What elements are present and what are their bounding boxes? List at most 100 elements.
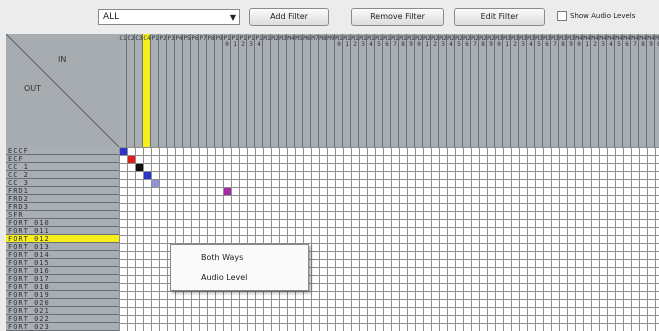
row-header[interactable]: FORT_017 — [6, 275, 119, 283]
column-header[interactable]: M28 — [479, 34, 487, 147]
column-header[interactable]: M27 — [471, 34, 479, 147]
column-header[interactable]: M7 — [311, 34, 319, 147]
row-header[interactable]: FRD2 — [6, 195, 119, 203]
column-header[interactable]: M38 — [559, 34, 567, 147]
column-header[interactable]: P4 — [175, 34, 183, 147]
row-header[interactable]: FORT_014 — [6, 251, 119, 259]
column-header[interactable]: M31 — [503, 34, 511, 147]
column-header[interactable]: M42 — [591, 34, 599, 147]
row-header[interactable]: FORT_018 — [6, 283, 119, 291]
row-header[interactable]: CC 3 — [6, 179, 119, 187]
row-header[interactable]: FORT_019 — [6, 291, 119, 299]
column-header[interactable]: P14 — [255, 34, 263, 147]
row-header[interactable]: FRD1 — [6, 187, 119, 195]
column-header[interactable]: M43 — [599, 34, 607, 147]
column-header[interactable]: M37 — [551, 34, 559, 147]
column-header[interactable]: P7 — [199, 34, 207, 147]
column-header[interactable]: M11 — [343, 34, 351, 147]
crosspoint-route[interactable] — [136, 164, 143, 171]
column-header[interactable]: M5 — [295, 34, 303, 147]
column-header[interactable]: P8 — [207, 34, 215, 147]
menu-item-audio-level[interactable]: Audio Level — [201, 273, 247, 282]
column-header[interactable]: M25 — [455, 34, 463, 147]
column-header[interactable]: P2 — [159, 34, 167, 147]
column-header[interactable]: M40 — [575, 34, 583, 147]
column-header[interactable]: M17 — [391, 34, 399, 147]
column-header[interactable]: C4 — [143, 34, 151, 147]
crosspoint-route[interactable] — [144, 172, 151, 179]
column-header[interactable]: M18 — [399, 34, 407, 147]
column-header[interactable]: M30 — [495, 34, 503, 147]
row-header[interactable]: FORT_021 — [6, 307, 119, 315]
add-filter-button[interactable]: Add Filter — [249, 8, 329, 26]
remove-filter-button[interactable]: Remove Filter — [351, 8, 444, 26]
column-header[interactable]: M6 — [303, 34, 311, 147]
column-header[interactable]: P11 — [231, 34, 239, 147]
column-header[interactable]: M44 — [607, 34, 615, 147]
column-header[interactable]: M10 — [335, 34, 343, 147]
menu-item-both-ways[interactable]: Both Ways — [201, 253, 243, 262]
column-header[interactable]: P5 — [183, 34, 191, 147]
column-header[interactable]: C1 — [119, 34, 127, 147]
crosspoint-route[interactable] — [128, 156, 135, 163]
column-header[interactable]: M33 — [519, 34, 527, 147]
column-header[interactable]: M3 — [279, 34, 287, 147]
row-header[interactable]: FORT_016 — [6, 267, 119, 275]
column-header[interactable]: P13 — [247, 34, 255, 147]
row-header[interactable]: FORT_023 — [6, 323, 119, 331]
column-header[interactable]: M50 — [655, 34, 659, 147]
column-header[interactable]: M22 — [431, 34, 439, 147]
column-header[interactable]: M29 — [487, 34, 495, 147]
row-header[interactable]: ECCF — [6, 147, 119, 155]
column-header[interactable]: M15 — [375, 34, 383, 147]
column-header[interactable]: M46 — [623, 34, 631, 147]
column-header[interactable]: M35 — [535, 34, 543, 147]
column-header[interactable]: M9 — [327, 34, 335, 147]
column-header[interactable]: M48 — [639, 34, 647, 147]
column-header[interactable]: M23 — [439, 34, 447, 147]
column-header[interactable]: M34 — [527, 34, 535, 147]
column-header[interactable]: M4 — [287, 34, 295, 147]
row-header[interactable]: FORT_022 — [6, 315, 119, 323]
edit-filter-button[interactable]: Edit Filter — [454, 8, 545, 26]
row-header[interactable]: FORT_011 — [6, 227, 119, 235]
filter-dropdown[interactable]: ALL ▼ — [98, 9, 240, 25]
column-header[interactable]: M47 — [631, 34, 639, 147]
column-header[interactable]: M36 — [543, 34, 551, 147]
show-audio-levels-checkbox[interactable] — [557, 11, 567, 21]
column-header[interactable]: M16 — [383, 34, 391, 147]
crosspoint-route[interactable] — [120, 148, 127, 155]
column-header[interactable]: M41 — [583, 34, 591, 147]
row-header[interactable]: FORT_012 — [6, 235, 119, 243]
column-header[interactable]: M20 — [415, 34, 423, 147]
column-header[interactable]: M19 — [407, 34, 415, 147]
column-header[interactable]: P3 — [167, 34, 175, 147]
crosspoint-route[interactable] — [224, 188, 231, 195]
column-header[interactable]: M45 — [615, 34, 623, 147]
column-header[interactable]: M21 — [423, 34, 431, 147]
row-header[interactable]: ECF — [6, 155, 119, 163]
crosspoint-grid[interactable] — [119, 147, 659, 331]
column-header[interactable]: M39 — [567, 34, 575, 147]
column-header[interactable]: M1 — [263, 34, 271, 147]
column-header[interactable]: M2 — [271, 34, 279, 147]
column-header[interactable]: M12 — [351, 34, 359, 147]
row-header[interactable]: CC 1 — [6, 163, 119, 171]
row-header[interactable]: SFR — [6, 211, 119, 219]
column-header[interactable]: M32 — [511, 34, 519, 147]
column-header[interactable]: C2 — [127, 34, 135, 147]
column-header[interactable]: M49 — [647, 34, 655, 147]
row-header[interactable]: FORT_013 — [6, 243, 119, 251]
crosspoint-route[interactable] — [152, 180, 159, 187]
column-header[interactable]: C3 — [135, 34, 143, 147]
column-header[interactable]: P12 — [239, 34, 247, 147]
row-header[interactable]: CC 2 — [6, 171, 119, 179]
column-header[interactable]: P6 — [191, 34, 199, 147]
column-header[interactable]: M24 — [447, 34, 455, 147]
column-header[interactable]: P1 — [151, 34, 159, 147]
column-header[interactable]: M8 — [319, 34, 327, 147]
row-header[interactable]: FORT_015 — [6, 259, 119, 267]
row-header[interactable]: FORT_010 — [6, 219, 119, 227]
column-header[interactable]: M26 — [463, 34, 471, 147]
column-header[interactable]: M13 — [359, 34, 367, 147]
